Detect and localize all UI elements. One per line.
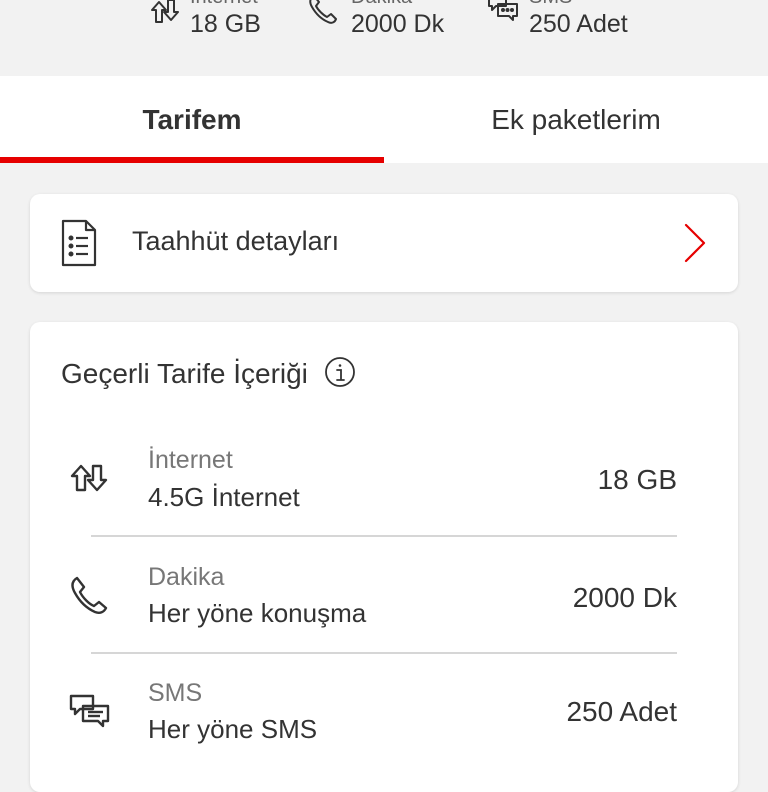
chevron-right-icon [684, 223, 706, 263]
summary-sms-label: SMS [529, 0, 572, 9]
phone-icon [309, 0, 337, 24]
info-icon[interactable] [324, 356, 356, 388]
tariff-dakika-subtitle: Her yöne konuşma [148, 598, 367, 628]
data-arrows-icon [151, 0, 179, 23]
summary-internet-value: 18 GB [190, 10, 261, 38]
tariff-internet-subtitle: 4.5G İnternet [148, 482, 300, 512]
sms-bubbles-icon [488, 0, 518, 21]
tariff-dakika-label: Dakika [148, 563, 225, 591]
tariff-dakika-value: 2000 Dk [572, 582, 677, 613]
summary-dakika-value: 2000 Dk [351, 10, 445, 38]
row-divider [91, 535, 677, 537]
tariff-row-internet: İnternet 4.5G İnternet 18 GB [30, 442, 738, 558]
tariff-row-sms: SMS Her yöne SMS 250 Adet [30, 674, 738, 790]
current-tariff-card: Geçerli Tarife İçeriği İnternet 4.5G İnt… [30, 322, 738, 792]
document-icon [61, 219, 97, 267]
row-divider [91, 652, 677, 654]
summary-dakika-label: Dakika [351, 0, 412, 9]
summary-internet-label: İnternet [190, 0, 258, 9]
active-tab-indicator [0, 157, 384, 163]
tariff-sms-subtitle: Her yöne SMS [148, 714, 318, 744]
commitment-details-title: Taahhüt detayları [132, 226, 340, 256]
sms-bubbles-icon [69, 694, 110, 728]
tariff-sms-label: SMS [148, 679, 203, 707]
phone-icon [71, 576, 108, 614]
tab-tarifem[interactable]: Tarifem [0, 76, 384, 163]
tariff-row-dakika: Dakika Her yöne konuşma 2000 Dk [30, 558, 738, 674]
commitment-details-card[interactable]: Taahhüt detayları [30, 194, 738, 292]
data-arrows-icon [70, 464, 108, 492]
usage-summary-strip: İnternet 18 GB Dakika 2000 Dk SMS 250 Ad… [0, 0, 768, 76]
tariff-sms-value: 250 Adet [566, 696, 677, 727]
tariff-internet-label: İnternet [148, 446, 233, 474]
tariff-internet-value: 18 GB [597, 464, 677, 495]
tab-bar: Tarifem Ek paketlerim [0, 76, 768, 163]
tariff-heading: Geçerli Tarife İçeriği [61, 358, 308, 389]
tab-ek-paketlerim[interactable]: Ek paketlerim [384, 76, 768, 163]
summary-sms-value: 250 Adet [529, 10, 628, 38]
